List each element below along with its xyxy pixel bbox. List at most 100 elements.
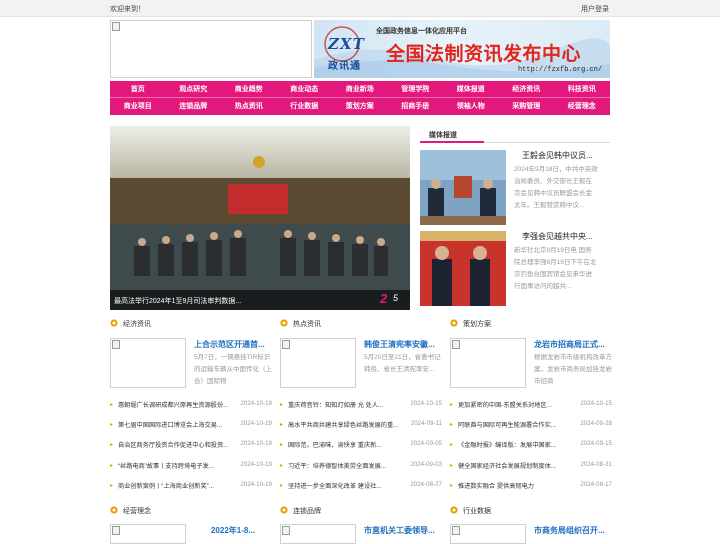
news-title[interactable]: 习近平：培养德智体美劳全面发展... (288, 461, 398, 470)
news-item[interactable]: ▸ 自治区商务厅投资合作促进中心和投资... 2024-10-19 (110, 436, 272, 456)
section-lead-title[interactable]: 上合示范区开通首... (194, 339, 272, 350)
news-item[interactable]: ▸ 健全国家经济社会发展规划制度体... 2024-08-31 (450, 457, 612, 477)
slide-caption[interactable]: 最高法举行2024年1至9月司法审判数据... (114, 296, 241, 306)
nav-item[interactable]: 招商手册 (388, 99, 444, 114)
nav-item[interactable]: 科技资讯 (554, 82, 610, 97)
section-thumbnail[interactable] (110, 524, 186, 544)
news-item[interactable]: ▸ “丝路电商”故事丨支持跨境电子发... 2024-10-19 (110, 457, 272, 477)
news-item[interactable]: ▸ 《金融时报》编译版：发展中国家... 2024-09-15 (450, 436, 612, 456)
section-title[interactable]: 行业数据 (463, 506, 491, 516)
nav-item[interactable]: 商业新场 (332, 82, 388, 97)
news-title[interactable]: 惠朝堀广长调研成都兴原再生资源股份... (118, 400, 228, 409)
news-date: 2024-08-31 (580, 460, 612, 468)
news-item[interactable]: ▸ 习近平：培养德智体美劳全面发展... 2024-09-03 (280, 457, 442, 477)
media-card[interactable]: 李强会见越共中央... 新华社北京8月19日电 国务院总理李强8月19日下午在北… (420, 231, 610, 309)
brand-latin: ZXT (328, 35, 365, 53)
nav-item[interactable]: 经营理念 (554, 99, 610, 114)
news-item[interactable]: ▸ 更加紧密的中国-东盟关系对地区... 2024-10-15 (450, 396, 612, 416)
nav-item[interactable]: 商业动态 (277, 82, 333, 97)
login-link[interactable]: 用户登录 (581, 4, 609, 14)
news-title[interactable]: 国际范，巴渝味，渝快享 重庆新... (288, 440, 398, 449)
section-title[interactable]: 热点资讯 (293, 319, 321, 329)
nav-item[interactable]: 管理学院 (388, 82, 444, 97)
section-icon (450, 319, 458, 327)
nav-item[interactable]: 首页 (110, 82, 166, 97)
news-item[interactable]: ▸ 商业创新案例丨“上海商业创新奖”... 2024-10-19 (110, 477, 272, 497)
news-title[interactable]: 高水平共商共建共享绿色丝路发展的重... (288, 420, 398, 429)
content-section: 经济资讯上合示范区开通首... 5月7日，一辆悬挂TIR标识的运输车辆从中国传化（… (110, 318, 272, 503)
news-title[interactable]: 推进数实融合 提供高韧电力 (458, 481, 568, 490)
panel-title[interactable]: 媒体报道 (429, 130, 457, 140)
section-lead-title[interactable]: 市商务局组织召开... (534, 525, 612, 536)
nav-item[interactable]: 领袖人物 (443, 99, 499, 114)
section-header: 策划方案 (450, 318, 612, 330)
news-item[interactable]: ▸ 阿联酋与国际可再生能源署合作实... 2024-09-28 (450, 416, 612, 436)
section-thumbnail[interactable] (280, 338, 356, 388)
news-title[interactable]: 阿联酋与国际可再生能源署合作实... (458, 420, 568, 429)
news-title[interactable]: 第七届中国国际进口博览会上海交易... (118, 420, 228, 429)
section-title[interactable]: 策划方案 (463, 319, 491, 329)
news-date: 2024-09-03 (410, 460, 442, 468)
section-thumbnail[interactable] (280, 524, 356, 544)
nav-item[interactable]: 商业项目 (110, 99, 166, 114)
site-logo[interactable] (110, 20, 312, 78)
media-card-desc: 新华社北京8月19日电 国务院总理李强8月19日下午在北京钓鱼台国宾馆会见来华进… (514, 247, 597, 290)
media-card-title[interactable]: 李强会见越共中央... (522, 231, 604, 242)
news-title[interactable]: 健全国家经济社会发展规划制度体... (458, 461, 568, 470)
nav-item[interactable]: 热点资讯 (221, 99, 277, 114)
nav-item[interactable]: 连锁品牌 (166, 99, 222, 114)
section-lead-desc: 根据龙岩市市级机构改革方案，龙岩市商务局加挂龙岩市招商 (534, 354, 612, 385)
section-title[interactable]: 经营理念 (123, 506, 151, 516)
news-date: 2024-10-15 (580, 400, 612, 407)
nav-item[interactable]: 商业趋势 (221, 82, 277, 97)
flags-icon (228, 184, 288, 214)
content-section: 热点资讯 韩俊王清宪率安徽... 5月20日至21日，省委书记韩俊、省长王清宪率安.… (280, 318, 442, 503)
news-item[interactable]: ▸ 坚持进一步全面深化改革 建设社... 2024-08-27 (280, 477, 442, 497)
panel-underline (420, 141, 484, 143)
section-icon (110, 506, 118, 514)
news-title[interactable]: 更加紧密的中国-东盟关系对地区... (458, 400, 568, 409)
news-title[interactable]: 商业创新案例丨“上海商业创新奖”... (118, 481, 228, 490)
section-lead-title[interactable]: 龙岩市招商局正式... (534, 339, 612, 350)
section-title[interactable]: 连锁品牌 (293, 506, 321, 516)
slide-total: 5 (393, 293, 399, 303)
section-lead-title[interactable]: 韩俊王清宪率安徽... (364, 339, 442, 350)
nav-item[interactable]: 采购管理 (499, 99, 555, 114)
section-lead-title[interactable]: 市直机关工委领导... (364, 525, 442, 536)
nav-item[interactable]: 行业数据 (277, 99, 333, 114)
news-title[interactable]: 《金融时报》编译版：发展中国家... (458, 440, 568, 449)
nav-item[interactable]: 媒体报道 (443, 82, 499, 97)
section-thumbnail[interactable] (450, 338, 526, 388)
news-item[interactable]: ▸ 国际范，巴渝味，渝快享 重庆新... 2024-09-05 (280, 436, 442, 456)
news-title[interactable]: 坚持进一步全面深化改革 建设社... (288, 481, 398, 490)
news-item[interactable]: ▸ 重庆荷音铃：知知灯如册 允 处人... 2024-10-15 (280, 396, 442, 416)
section-thumbnail[interactable] (450, 524, 526, 544)
nav-item[interactable]: 观点研究 (166, 82, 222, 97)
bullet-icon: ▸ (450, 422, 454, 429)
media-card-title[interactable]: 王毅会见韩中议员... (522, 150, 604, 161)
news-slider[interactable]: 最高法举行2024年1至9月司法审判数据... 2 5 (110, 126, 410, 310)
media-photo[interactable] (420, 150, 506, 225)
bullet-icon: ▸ (110, 462, 114, 469)
section-header: 热点资讯 (280, 318, 442, 330)
section-title[interactable]: 经济资讯 (123, 319, 151, 329)
news-title[interactable]: “丝路电商”故事丨支持跨境电子发... (118, 461, 228, 470)
nav-item[interactable]: 经济资讯 (499, 82, 555, 97)
news-date: 2024-09-05 (410, 440, 442, 448)
bullet-icon: ▸ (110, 402, 114, 408)
news-item[interactable]: ▸ 推进数实融合 提供高韧电力 2024-08-17 (450, 477, 612, 497)
bullet-icon: ▸ (450, 482, 454, 489)
nav-item[interactable]: 策划方案 (332, 99, 388, 114)
meeting-people-icon (134, 230, 388, 276)
section-lead-title[interactable]: 2022年1-8... (194, 525, 272, 536)
media-card[interactable]: 王毅会见韩中议员... 2024年9月18日，中共中央政治局委员、外交部长王毅在… (420, 150, 610, 228)
section-lead-desc: 5月7日，一辆悬挂TIR标识的运输车辆从中国传化（上合）国际物 (194, 354, 272, 385)
news-title[interactable]: 重庆荷音铃：知知灯如册 允 处人... (288, 400, 398, 409)
news-item[interactable]: ▸ 第七届中国国际进口博览会上海交易... 2024-10-19 (110, 416, 272, 436)
news-title[interactable]: 自治区商务厅投资合作促进中心和投资... (118, 440, 228, 449)
news-item[interactable]: ▸ 高水平共商共建共享绿色丝路发展的重... 2024-09-11 (280, 416, 442, 436)
section-icon (280, 319, 288, 327)
news-item[interactable]: ▸ 惠朝堀广长调研成都兴原再生资源股份... 2024-10-19 (110, 396, 272, 416)
section-thumbnail[interactable] (110, 338, 186, 388)
media-photo[interactable] (420, 231, 506, 306)
